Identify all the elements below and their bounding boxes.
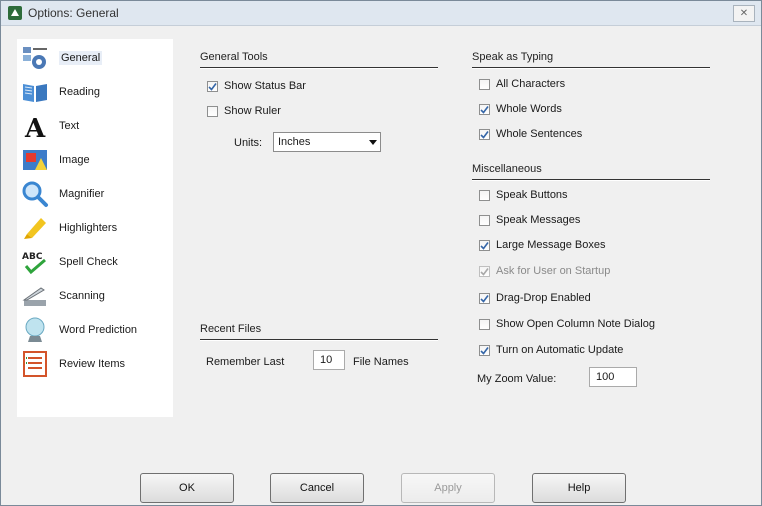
letter-a-icon: A [21, 112, 49, 140]
automatic-update-checkbox[interactable]: Turn on Automatic Update [479, 342, 623, 358]
divider [472, 179, 710, 181]
checkbox-box[interactable] [479, 344, 490, 356]
apply-button[interactable]: Apply [401, 473, 495, 503]
sidebar-item-label: Spell Check [59, 256, 118, 268]
drag-drop-enabled-checkbox[interactable]: Drag-Drop Enabled [479, 290, 591, 306]
scanner-icon [21, 282, 49, 310]
checkbox-box[interactable] [479, 128, 490, 140]
sidebar-item-label: Highlighters [59, 222, 118, 234]
checkbox-label: Drag-Drop Enabled [496, 292, 591, 304]
chevron-down-icon [366, 139, 380, 145]
sidebar-item-magnifier[interactable]: Magnifier [21, 179, 171, 209]
general-tools-title: General Tools [200, 51, 268, 63]
sidebar-item-spell-check[interactable]: ABC Spell Check [21, 247, 171, 277]
divider [200, 67, 438, 69]
crystal-ball-icon [21, 316, 49, 344]
checkbox-box[interactable] [479, 103, 490, 115]
checkbox-label: Show Ruler [224, 105, 281, 117]
speak-buttons-checkbox[interactable]: Speak Buttons [479, 187, 568, 203]
whole-words-checkbox[interactable]: Whole Words [479, 101, 562, 117]
sidebar-item-label: Scanning [59, 290, 105, 302]
options-dialog: Options: General ✕ General Reading A Tex… [0, 0, 762, 506]
checkbox-box[interactable] [479, 214, 490, 226]
checkbox-label: Speak Buttons [496, 189, 568, 201]
checkbox-label: Ask for User on Startup [496, 265, 611, 277]
title-bar: Options: General ✕ [1, 1, 761, 26]
divider [472, 67, 710, 69]
sidebar-item-label: Magnifier [59, 188, 105, 200]
checkbox-box[interactable] [479, 318, 490, 330]
whole-sentences-checkbox[interactable]: Whole Sentences [479, 126, 582, 142]
sidebar-item-label: Image [59, 154, 90, 166]
close-icon: ✕ [739, 8, 749, 19]
spell-check-icon: ABC [21, 248, 49, 276]
units-select[interactable]: Inches [273, 132, 381, 152]
checkbox-box[interactable] [207, 105, 218, 117]
checkbox-box[interactable] [479, 189, 490, 201]
sidebar-item-label: Review Items [59, 358, 126, 370]
units-select-value: Inches [278, 136, 311, 148]
sidebar-item-highlighters[interactable]: Highlighters [21, 213, 171, 243]
checkbox-label: Speak Messages [496, 214, 581, 226]
recent-files-title: Recent Files [200, 323, 262, 335]
image-icon [21, 146, 49, 174]
checkbox-box [479, 265, 490, 277]
checkbox-label: Show Status Bar [224, 80, 306, 92]
zoom-value-input[interactable]: 100 [589, 367, 637, 387]
show-status-bar-checkbox[interactable]: Show Status Bar [207, 78, 306, 94]
zoom-value-label: My Zoom Value: [477, 373, 557, 385]
speak-messages-checkbox[interactable]: Speak Messages [479, 212, 580, 228]
cancel-button[interactable]: Cancel [270, 473, 364, 503]
sidebar-item-image[interactable]: Image [21, 145, 171, 175]
book-icon [21, 78, 49, 106]
speak-as-typing-title: Speak as Typing [472, 51, 554, 63]
svg-text:ABC: ABC [22, 252, 43, 262]
category-sidebar: General Reading A Text Image Magnifier H… [17, 39, 173, 417]
checkbox-label: Whole Words [496, 103, 562, 115]
sidebar-item-label: Word Prediction [59, 324, 138, 336]
sidebar-item-general[interactable]: General [21, 43, 171, 73]
sidebar-item-label: Reading [59, 86, 100, 98]
units-label: Units: [234, 137, 263, 149]
review-list-icon [21, 350, 49, 378]
svg-text:A: A [24, 114, 46, 140]
sidebar-item-reading[interactable]: Reading [21, 77, 171, 107]
sidebar-item-text[interactable]: A Text [21, 111, 171, 141]
file-names-label: File Names [353, 356, 409, 368]
app-icon [8, 6, 22, 20]
show-ruler-checkbox[interactable]: Show Ruler [207, 103, 281, 119]
all-characters-checkbox[interactable]: All Characters [479, 76, 565, 92]
checkbox-label: Turn on Automatic Update [496, 344, 624, 356]
sidebar-item-label: Text [59, 120, 80, 132]
miscellaneous-title: Miscellaneous [472, 163, 542, 175]
close-button[interactable]: ✕ [733, 5, 755, 22]
highlighter-icon [21, 214, 49, 242]
checkbox-label: Large Message Boxes [496, 239, 606, 251]
checkbox-box[interactable] [479, 292, 490, 304]
sidebar-item-label: General [59, 51, 103, 65]
sidebar-item-word-prediction[interactable]: Word Prediction [21, 315, 171, 345]
checkbox-label: Whole Sentences [496, 128, 583, 140]
help-button[interactable]: Help [532, 473, 626, 503]
remember-last-input[interactable]: 10 [313, 350, 345, 370]
general-settings-icon [21, 44, 49, 72]
large-message-boxes-checkbox[interactable]: Large Message Boxes [479, 237, 605, 253]
magnifier-icon [21, 180, 49, 208]
show-open-column-note-checkbox[interactable]: Show Open Column Note Dialog [479, 316, 655, 332]
remember-last-label: Remember Last [206, 356, 285, 368]
checkbox-box[interactable] [207, 80, 218, 92]
checkbox-box[interactable] [479, 239, 490, 251]
divider [200, 339, 438, 341]
ask-for-user-checkbox: Ask for User on Startup [479, 263, 610, 279]
checkbox-label: Show Open Column Note Dialog [496, 318, 655, 330]
checkbox-box[interactable] [479, 78, 490, 90]
window-title: Options: General [28, 6, 119, 20]
checkbox-label: All Characters [496, 78, 566, 90]
sidebar-item-scanning[interactable]: Scanning [21, 281, 171, 311]
sidebar-item-review-items[interactable]: Review Items [21, 349, 171, 379]
ok-button[interactable]: OK [140, 473, 234, 503]
